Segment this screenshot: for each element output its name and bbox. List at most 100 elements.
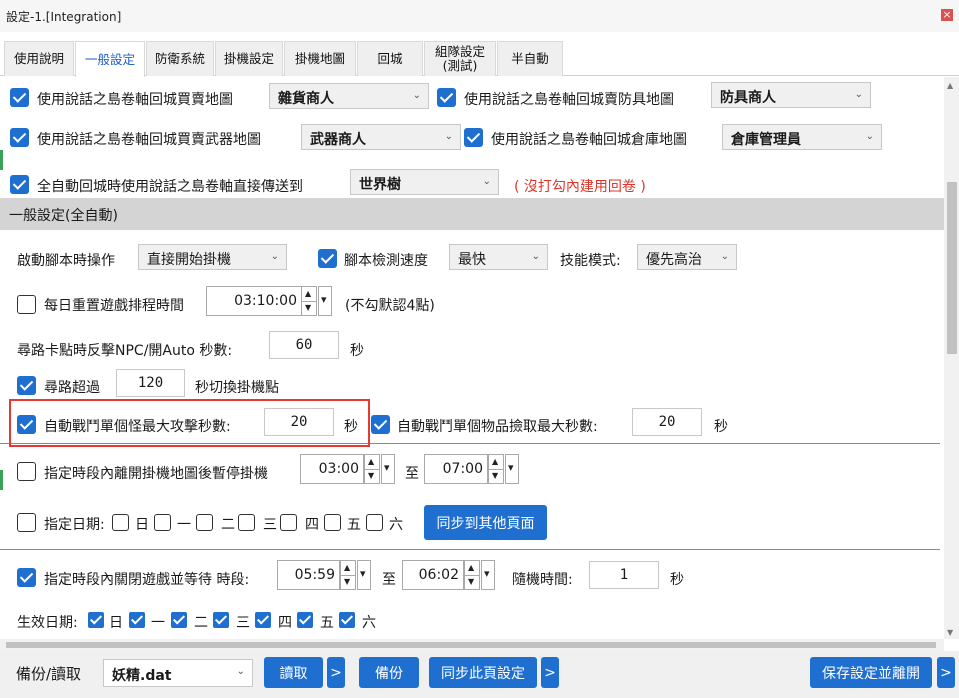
spin-down-icon[interactable]: ▼ (305, 303, 311, 312)
pathfind-checkbox[interactable] (17, 376, 36, 395)
close-game-checkbox[interactable] (17, 568, 36, 587)
spin-up-icon[interactable]: ▲ (305, 289, 311, 298)
shop-checkbox-4[interactable] (464, 128, 483, 147)
tab-defense[interactable]: 防衛系統 (146, 41, 214, 76)
teleport-select[interactable]: 世界樹 ⌄ (350, 169, 499, 195)
daily-reset-checkbox[interactable] (17, 295, 36, 314)
spin-down-icon[interactable]: ▼ (368, 471, 374, 480)
effective-checkbox-thu[interactable] (255, 612, 271, 628)
date-checkbox-sun[interactable] (112, 514, 129, 531)
horizontal-scrollbar[interactable] (0, 639, 944, 651)
spin-up-icon[interactable]: ▲ (492, 457, 498, 466)
stuck-input[interactable]: 60 (269, 331, 339, 359)
daily-reset-dropdown[interactable] (318, 286, 332, 316)
random-time-input[interactable]: 1 (589, 561, 659, 589)
sync-more-button[interactable]: > (541, 657, 559, 688)
tab-general[interactable]: 一般設定 (75, 41, 145, 77)
close-end-spinner[interactable]: ▲ ▼ (464, 560, 480, 590)
spin-down-icon[interactable]: ▼ (468, 577, 474, 586)
teleport-select-value: 世界樹 (359, 177, 401, 193)
effective-checkbox-wed[interactable] (213, 612, 229, 628)
pathfind-input[interactable]: 120 (116, 369, 185, 397)
effective-checkbox-sat[interactable] (339, 612, 355, 628)
chevron-down-icon: ⌄ (720, 251, 729, 262)
shop-checkbox-2[interactable] (437, 88, 456, 107)
date-checkbox-mon[interactable] (154, 514, 171, 531)
daily-reset-time[interactable]: 03:10:00 (206, 286, 302, 316)
close-start-time[interactable]: 05:59 (277, 560, 340, 590)
tab-return[interactable]: 回城 (357, 41, 423, 76)
chevron-down-icon: ⌄ (236, 666, 245, 677)
effective-checkbox-fri[interactable] (297, 612, 313, 628)
backup-file-select[interactable]: 妖精.dat ⌄ (103, 659, 253, 687)
dates-checkbox[interactable] (17, 513, 36, 532)
backup-button[interactable]: 備份 (359, 657, 419, 688)
startup-select[interactable]: 直接開始掛機 ⌄ (138, 244, 287, 270)
pause-end-spinner[interactable]: ▲ ▼ (488, 454, 504, 484)
speed-checkbox[interactable] (318, 249, 337, 268)
date-checkbox-thu[interactable] (280, 514, 297, 531)
skill-select[interactable]: 優先高治 ⌄ (637, 244, 737, 270)
stuck-label: 尋路卡點時反擊NPC/開Auto 秒數: (17, 343, 233, 359)
spin-divider (302, 301, 316, 302)
scroll-up-icon[interactable]: ▲ (947, 81, 953, 90)
speed-label: 腳本檢測速度 (344, 253, 428, 269)
close-start-dropdown[interactable] (357, 560, 371, 590)
tab-afk-map[interactable]: 掛機地圖 (284, 41, 356, 76)
pause-end-dropdown[interactable] (505, 454, 519, 484)
scrollbar-thumb[interactable] (947, 182, 957, 354)
spin-down-icon[interactable]: ▼ (492, 471, 498, 480)
sync-page-button[interactable]: 同步此頁設定 (429, 657, 537, 688)
spin-up-icon[interactable]: ▲ (468, 563, 474, 572)
read-button[interactable]: 讀取 (264, 657, 323, 688)
pause-start-value: 03:00 (318, 461, 359, 477)
pause-end-time[interactable]: 07:00 (424, 454, 488, 484)
shop-checkbox-3[interactable] (10, 128, 29, 147)
shop-select-1[interactable]: 雜貨商人 ⌄ (269, 83, 429, 109)
date-checkbox-wed[interactable] (238, 514, 255, 531)
close-end-dropdown[interactable] (481, 560, 495, 590)
close-end-time[interactable]: 06:02 (402, 560, 464, 590)
battle-item-input[interactable]: 20 (632, 408, 702, 436)
shop-select-2-value: 防具商人 (720, 90, 776, 106)
daily-reset-spinner[interactable]: ▲ ▼ (301, 286, 317, 316)
pause-checkbox[interactable] (17, 462, 36, 481)
effective-checkbox-tue[interactable] (171, 612, 187, 628)
sync-to-other-pages-button[interactable]: 同步到其他頁面 (424, 505, 547, 540)
tab-usage[interactable]: 使用說明 (4, 41, 74, 76)
shop-select-4[interactable]: 倉庫管理員 ⌄ (722, 124, 882, 150)
spin-down-icon[interactable]: ▼ (344, 577, 350, 586)
spin-up-icon[interactable]: ▲ (368, 457, 374, 466)
save-more-button[interactable]: > (937, 657, 955, 688)
spin-up-icon[interactable]: ▲ (344, 563, 350, 572)
tab-party[interactable]: 組隊設定 (測試) (424, 41, 496, 76)
pause-start-dropdown[interactable] (381, 454, 395, 484)
pause-start-time[interactable]: 03:00 (300, 454, 364, 484)
shop-select-2[interactable]: 防具商人 ⌄ (711, 82, 871, 108)
tab-afk-settings[interactable]: 掛機設定 (215, 41, 283, 76)
close-start-spinner[interactable]: ▲ ▼ (340, 560, 356, 590)
close-icon[interactable]: × (941, 9, 953, 21)
date-checkbox-tue[interactable] (196, 514, 213, 531)
tab-bar: 使用說明 一般設定 防衛系統 掛機設定 掛機地圖 回城 組隊設定 (測試) 半自… (0, 41, 959, 77)
scroll-down-icon[interactable]: ▼ (947, 628, 953, 637)
read-more-button[interactable]: > (327, 657, 345, 688)
backup-label: 備份/讀取 (16, 665, 82, 683)
save-and-exit-button[interactable]: 保存設定並離開 (810, 657, 932, 688)
shop-select-4-value: 倉庫管理員 (731, 132, 801, 148)
shop-select-3[interactable]: 武器商人 ⌄ (301, 124, 461, 150)
date-checkbox-sat[interactable] (366, 514, 383, 531)
tab-semi-auto[interactable]: 半自動 (497, 41, 563, 76)
date-checkbox-fri[interactable] (324, 514, 341, 531)
speed-select[interactable]: 最快 ⌄ (449, 244, 548, 270)
pause-start-spinner[interactable]: ▲ ▼ (364, 454, 380, 484)
shop-checkbox-1[interactable] (10, 88, 29, 107)
teleport-checkbox[interactable] (10, 175, 29, 194)
chevron-down-icon: ⌄ (531, 251, 540, 262)
battle-item-checkbox[interactable] (371, 415, 390, 434)
effective-checkbox-sun[interactable] (88, 612, 104, 628)
vertical-scrollbar[interactable]: ▲ ▼ (944, 77, 959, 639)
scrollbar-thumb[interactable] (6, 642, 936, 648)
effective-checkbox-mon[interactable] (129, 612, 145, 628)
window-title: 設定-1.[Integration] (6, 10, 122, 24)
